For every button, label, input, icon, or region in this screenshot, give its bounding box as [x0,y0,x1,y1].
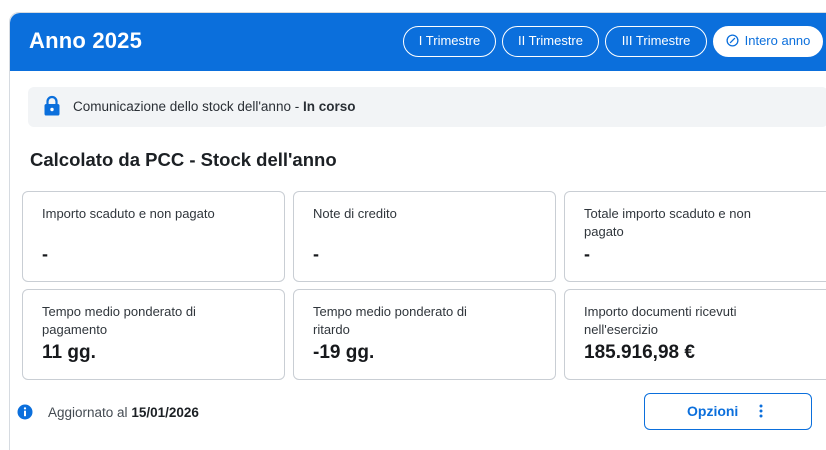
tile-label-line: Note di credito [313,206,397,221]
tile-label: Importo documenti ricevuti nell'esercizi… [584,303,736,339]
tile-value: - [584,244,590,264]
tile-label: Note di credito [313,205,397,223]
tab-label: II Trimestre [517,33,583,48]
status-banner: Comunicazione dello stock dell'anno - In… [28,87,826,127]
tile-importo-documenti-ricevuti: Importo documenti ricevuti nell'esercizi… [564,289,826,380]
tile-value: - [42,244,48,264]
last-updated-date: 15/01/2026 [131,405,199,420]
tile-label-line: ritardo [313,322,350,337]
page-title: Anno 2025 [29,28,143,53]
tile-note-di-credito: Note di credito - [293,191,556,282]
section-title: Calcolato da PCC - Stock dell'anno [30,149,337,170]
tile-label-line: pagato [584,224,624,239]
check-circle-icon [726,34,739,47]
tile-label-line: pagamento [42,322,108,337]
lock-icon [44,95,60,116]
tile-label-line: Importo documenti ricevuti [584,304,737,319]
tile-tempo-medio-ritardo: Tempo medio ponderato di ritardo -19 gg. [293,289,556,380]
tile-value: -19 gg. [313,342,375,363]
tab-intero-anno[interactable]: Intero anno [713,26,823,57]
tile-label-line: Importo scaduto e non pagato [42,206,215,221]
tile-tempo-medio-pagamento: Tempo medio ponderato di pagamento 11 gg… [22,289,285,380]
tile-label-line: nell'esercizio [584,322,659,337]
tile-label-line: Totale importo scaduto e non [584,206,751,221]
status-text: In corso [302,99,356,114]
last-updated: Aggiornato al 15/01/2026 [48,405,199,420]
tab-iii-trimestre[interactable]: III Trimestre [605,26,707,57]
tab-label: III Trimestre [621,33,691,48]
tab-label: Intero anno [744,33,811,48]
tile-label: Importo scaduto e non pagato [42,205,215,223]
tile-totale-importo-scaduto: Totale importo scaduto e non pagato - [564,191,826,282]
tile-label: Tempo medio ponderato di pagamento [42,303,196,339]
more-vertical-icon [759,404,763,418]
tile-label: Tempo medio ponderato di ritardo [313,303,467,339]
tab-ii-trimestre[interactable]: II Trimestre [502,26,599,57]
tile-importo-scaduto: Importo scaduto e non pagato - [22,191,285,282]
banner-text: Comunicazione dello stock dell'anno - In… [73,99,355,114]
info-icon [17,404,33,420]
banner-message: Comunicazione dello stock dell'anno [73,99,291,114]
tile-label-line: Tempo medio ponderato di [42,304,196,319]
last-updated-label: Aggiornato al [48,405,128,420]
tile-value: - [313,244,319,264]
banner-separator: - [290,99,303,114]
tile-value: 11 gg. [42,342,96,363]
options-button[interactable]: Opzioni [644,393,812,430]
tab-i-trimestre[interactable]: I Trimestre [403,26,496,57]
options-button-label: Opzioni [687,403,739,419]
tab-label: I Trimestre [418,33,481,48]
card-header: Anno 2025 I Trimestre II Trimestre III T… [10,13,826,71]
tile-label-line: Tempo medio ponderato di [313,304,467,319]
tile-value: 185.916,98 € [584,342,695,363]
tile-label: Totale importo scaduto e non pagato [584,205,751,241]
